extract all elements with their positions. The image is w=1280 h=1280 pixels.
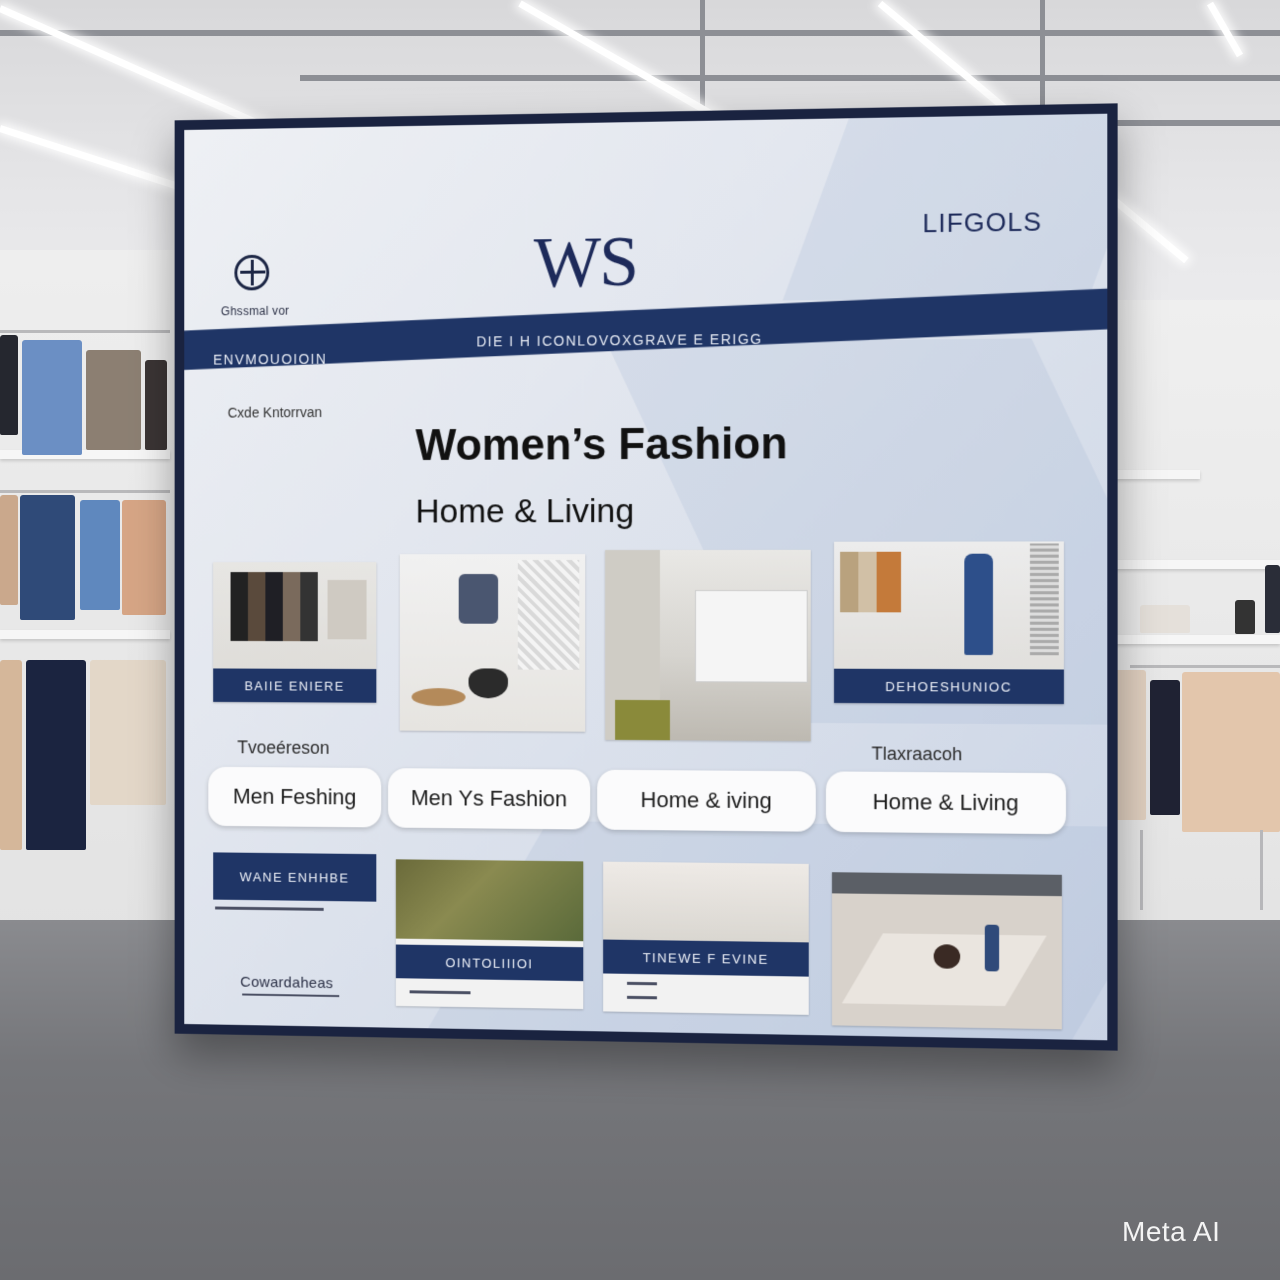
- ceiling-beam: [300, 75, 1280, 81]
- display-board: Ghssmal vor WS LIFGOLS ENVMOUOIOIN DIE I…: [184, 113, 1108, 1041]
- category-button-home-living[interactable]: Home & iving: [597, 769, 816, 832]
- top-right-label[interactable]: LIFGOLS: [922, 206, 1042, 239]
- category-button-mens-fashion[interactable]: Men Ys Fashion: [388, 768, 591, 830]
- garment: [1265, 565, 1280, 633]
- storefront-window-image: [694, 590, 808, 683]
- watermark: Meta AI: [1122, 1216, 1221, 1247]
- wall-shelf: [1105, 470, 1200, 479]
- rack-stand: [1140, 830, 1143, 910]
- brand-emblem-icon: [234, 254, 270, 291]
- wall-shelf: [1105, 560, 1280, 569]
- text-line: [242, 993, 340, 998]
- category-tile[interactable]: TINEWE F EVINE: [603, 861, 809, 1015]
- footer-caption: Cowardaheas: [240, 973, 334, 993]
- category-tile[interactable]: WANE ENHHBE: [213, 852, 377, 902]
- hero-title: Women’s Fashion: [415, 419, 788, 470]
- garment: [0, 335, 18, 435]
- clothes-rail: [1130, 665, 1280, 668]
- garment: [145, 360, 167, 450]
- decor-object-image: [468, 668, 508, 699]
- display-shelf-image: [327, 579, 367, 640]
- patterned-art-image: [517, 560, 580, 670]
- folded-item: [1140, 605, 1190, 633]
- hero-subtitle: Home & Living: [415, 492, 635, 531]
- tile-label: TINEWE F EVINE: [603, 939, 809, 977]
- folded-item: [1235, 600, 1255, 634]
- text-line: [627, 981, 657, 986]
- tile-image: [831, 872, 1062, 1030]
- garment: [0, 660, 22, 850]
- garment: [0, 495, 18, 605]
- category-tile[interactable]: [605, 549, 811, 742]
- tile-image: [399, 554, 586, 732]
- tile-image: [605, 549, 811, 742]
- garment-image: [458, 574, 499, 624]
- clothes-rail: [0, 490, 170, 493]
- garment: [122, 500, 166, 615]
- clothes-rail: [0, 330, 170, 333]
- basket-image: [411, 688, 466, 707]
- category-tile[interactable]: OINTOLIIIOI: [395, 859, 584, 1010]
- garment: [1150, 680, 1180, 815]
- wall-shelf: [1105, 635, 1280, 644]
- section-caption-right: Tlaxraacoh: [871, 743, 963, 765]
- garment: [22, 340, 82, 455]
- section-caption-left: Tvoeéreson: [237, 737, 330, 758]
- tile-image: [395, 859, 584, 942]
- text-line: [215, 906, 324, 911]
- garment: [20, 495, 75, 620]
- tile-label: DEHOESHUNIOC: [834, 668, 1064, 705]
- shelf-items-image: [840, 551, 902, 613]
- text-line: [409, 990, 471, 995]
- text-line: [627, 995, 657, 1000]
- garment: [86, 350, 141, 450]
- category-tile[interactable]: [831, 872, 1062, 1030]
- category-tile[interactable]: BAIIE ENIERE: [213, 562, 377, 703]
- bench-image: [615, 699, 670, 741]
- side-caption: Cxde Kntorrvan: [227, 404, 322, 421]
- garment: [90, 660, 166, 805]
- tile-label: OINTOLIIIOI: [395, 944, 584, 982]
- garment: [80, 500, 120, 610]
- garment: [1182, 672, 1280, 832]
- decor-object-image: [933, 944, 961, 969]
- category-tile[interactable]: DEHOESHUNIOC: [834, 541, 1064, 705]
- nav-link-left[interactable]: ENVMOUOIOIN: [213, 351, 327, 368]
- patterned-art-image: [1029, 543, 1059, 656]
- garment: [26, 660, 86, 850]
- brand-logo: WS: [533, 221, 638, 303]
- category-button-men-fashion[interactable]: Men Feshing: [208, 766, 382, 828]
- display-board-frame: Ghssmal vor WS LIFGOLS ENVMOUOIOIN DIE I…: [174, 103, 1118, 1051]
- tile-label: BAIIE ENIERE: [213, 668, 377, 703]
- mannequin-image: [984, 924, 1000, 972]
- model-image: [964, 553, 993, 656]
- category-button-home-and-living[interactable]: Home & Living: [825, 771, 1066, 835]
- category-tile[interactable]: [399, 554, 586, 732]
- wall-shelf: [0, 630, 170, 639]
- ceiling-beam: [0, 30, 1280, 36]
- nav-link-center[interactable]: DIE I H ICONLOVOXGRAVE E ERIGG: [476, 331, 762, 350]
- tile-image: [603, 861, 809, 945]
- rack-stand: [1260, 830, 1263, 910]
- logo-caption: Ghssmal vor: [220, 303, 290, 319]
- tile-label: WANE ENHHBE: [213, 852, 377, 902]
- clothing-rack-image: [230, 572, 318, 642]
